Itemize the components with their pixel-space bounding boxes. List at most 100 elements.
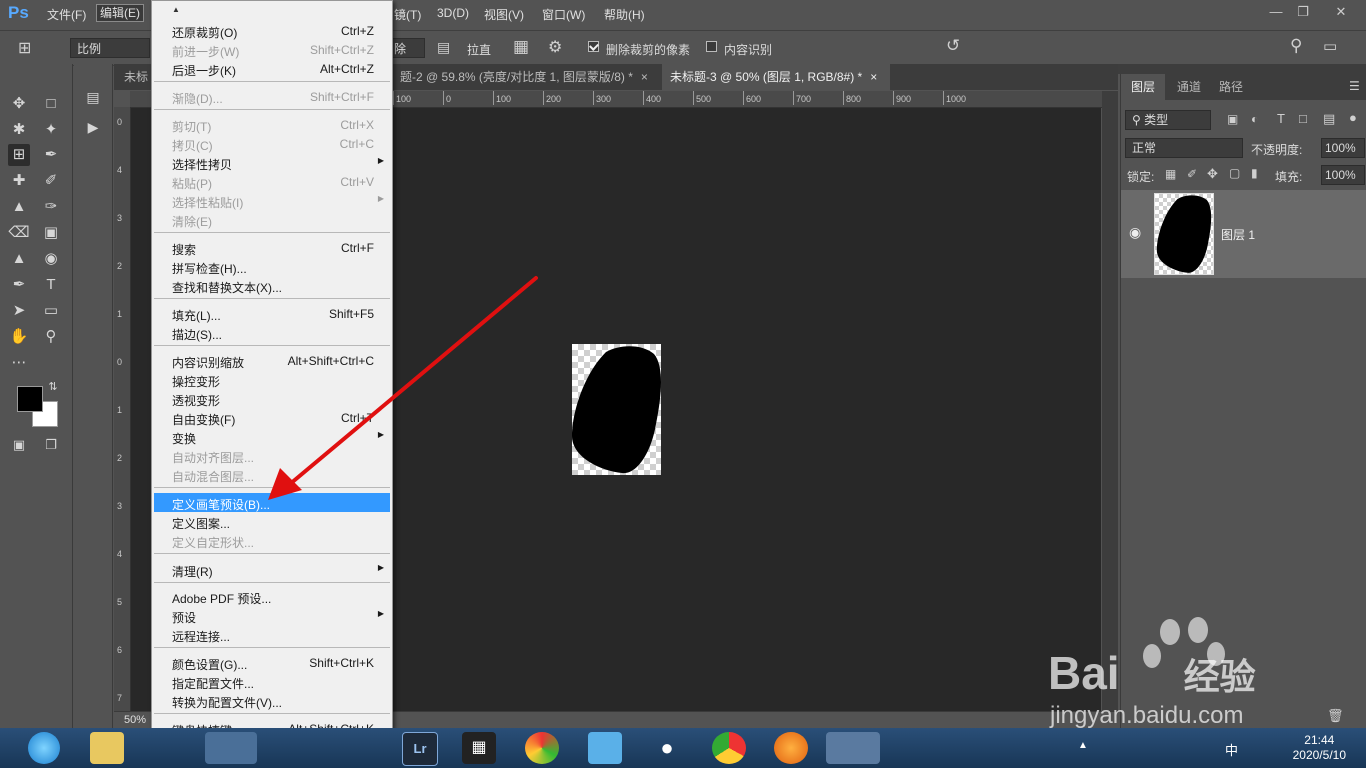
menu-file[interactable]: 文件(F) [47,6,86,23]
history-brush-icon[interactable]: ✑ [40,196,62,218]
type-tool-icon[interactable]: T [40,274,62,296]
lock-artboard-icon[interactable]: ▢ [1229,166,1240,180]
system-clock[interactable]: 21:44 2020/5/10 [1293,733,1346,763]
menu-item-convert-profile[interactable]: 转换为配置文件(V)... [154,691,390,710]
lock-position-icon[interactable]: ✥ [1207,166,1218,182]
hand-tool-icon[interactable]: ✋ [8,326,30,348]
panel-menu-icon[interactable]: ☰ [1349,79,1360,93]
swap-colors-icon[interactable]: ⇅ [42,376,64,398]
blur-tool-icon[interactable]: ▲ [8,248,30,270]
delete-cropped-checkbox[interactable] [588,41,599,52]
tab-layers[interactable]: 图层 [1121,74,1166,100]
menu-item-spell-check[interactable]: 拼写检查(H)... [154,257,390,276]
lock-all-icon[interactable]: ▮ [1251,166,1258,180]
screen-mode-icon[interactable]: ❐ [40,434,62,456]
doc-tab-2[interactable]: 题-2 @ 59.8% (亮度/对比度 1, 图层蒙版/8) * × [392,64,662,90]
menu-item-color-settings[interactable]: 颜色设置(G)... Shift+Ctrl+K [154,653,390,672]
start-button-icon[interactable] [28,732,60,764]
fill-input[interactable]: 100% [1321,165,1365,185]
layer-row[interactable]: ◉ 图层 1 [1121,190,1366,278]
panel-collapse-bar[interactable] [1118,64,1366,74]
reset-icon[interactable]: ↺ [946,36,960,56]
doc-tab-1[interactable]: 未标 [116,64,156,90]
menu-item-transform[interactable]: 变换 ▶ [154,427,390,446]
file-explorer-icon[interactable] [90,732,124,764]
blend-mode-select[interactable]: 正常 [1125,138,1243,158]
menu-item-cut[interactable]: 剪切(T) Ctrl+X [154,115,390,134]
qq-icon[interactable]: ● [650,732,684,764]
gear-icon[interactable]: ⚙ [548,37,562,57]
ime-indicator[interactable]: 中 [1225,740,1238,759]
menu-item-auto-blend[interactable]: 自动混合图层... [154,465,390,484]
actions-play-icon[interactable]: ▶ [82,116,104,138]
close-tab-icon[interactable]: × [870,70,877,84]
stamp-tool-icon[interactable]: ▲ [8,196,30,218]
menu-item-purge[interactable]: 清理(R) ▶ [154,560,390,579]
layer-filter-select[interactable]: ⚲ 类型 [1125,110,1211,130]
menu-help[interactable]: 帮助(H) [604,6,645,23]
clear-button[interactable]: 除 [391,38,425,58]
lock-transparent-icon[interactable]: ▦ [1165,167,1176,181]
zoom-level[interactable]: 50% [124,714,146,726]
menu-item-fill[interactable]: 填充(L)... Shift+F5 [154,304,390,323]
menu-item-paste-special[interactable]: 选择性粘贴(I) ▶ [154,191,390,210]
brush-tool-icon[interactable]: ✐ [40,170,62,192]
scroll-up-icon[interactable]: ▲ [172,5,180,14]
history-panel-icon[interactable]: ▤ [82,86,104,108]
restore-icon[interactable]: ❐ [1292,4,1314,20]
close-tab-icon[interactable]: × [641,70,648,84]
photoshop-taskbar-icon[interactable] [205,732,257,764]
opacity-input[interactable]: 100% [1321,138,1365,158]
doc-tab-3[interactable]: 未标题-3 @ 50% (图层 1, RGB/8#) * × [662,64,890,90]
filter-type-icon[interactable]: T [1277,111,1285,126]
menu-item-presets[interactable]: 预设 ▶ [154,606,390,625]
pen-tool-icon[interactable]: ✒ [8,274,30,296]
menu-item-undo-crop[interactable]: 还原裁剪(O) Ctrl+Z [154,21,390,40]
more-tools-icon[interactable]: ⋯ [8,352,30,374]
rectangle-tool-icon[interactable]: ▭ [40,300,62,322]
ratio-select[interactable]: 比例 [70,38,150,58]
eyedropper-icon[interactable]: ✒ [40,144,62,166]
grid-overlay-icon[interactable]: ▦ [513,37,529,57]
menu-item-stroke[interactable]: 描边(S)... [154,323,390,342]
tab-channels[interactable]: 通道 [1167,74,1211,100]
menu-item-define-pattern[interactable]: 定义图案... [154,512,390,531]
foreground-color-swatch[interactable] [17,386,43,412]
menu-item-step-forward[interactable]: 前进一步(W) Shift+Ctrl+Z [154,40,390,59]
filter-shape-icon[interactable]: □ [1299,111,1307,126]
workspace-icon[interactable]: ▭ [1323,37,1337,55]
straighten-label[interactable]: 拉直 [467,41,491,58]
menu-item-copy-special[interactable]: 选择性拷贝 ▶ [154,153,390,172]
marquee-tool-icon[interactable]: □ [40,93,62,115]
filter-toggle-icon[interactable]: ● [1349,110,1357,125]
menu-item-fade[interactable]: 渐隐(D)... Shift+Ctrl+F [154,87,390,106]
menu-item-assign-profile[interactable]: 指定配置文件... [154,672,390,691]
lightroom-icon[interactable]: Lr [402,732,438,766]
filter-smart-icon[interactable]: ▤ [1323,111,1335,127]
video-editor-icon[interactable]: ▦ [462,732,496,764]
menu-item-define-brush[interactable]: 定义画笔预设(B)... [154,493,390,512]
lasso-tool-icon[interactable]: ✱ [8,119,30,141]
lock-image-icon[interactable]: ✐ [1187,167,1197,181]
move-tool-icon[interactable]: ✥ [8,93,30,115]
minimize-icon[interactable]: — [1265,4,1287,20]
menu-item-paste[interactable]: 粘贴(P) Ctrl+V [154,172,390,191]
menu-item-auto-align[interactable]: 自动对齐图层... [154,446,390,465]
document-canvas[interactable] [572,344,661,475]
menu-3d[interactable]: 3D(D) [437,6,469,20]
quick-select-icon[interactable]: ✦ [40,119,62,141]
zoom-tool-icon[interactable]: ⚲ [40,326,62,348]
filter-adjust-icon[interactable]: ◐ [1251,112,1258,126]
content-aware-checkbox[interactable] [706,41,717,52]
straighten-icon[interactable]: ▤ [437,39,450,56]
dodge-tool-icon[interactable]: ◉ [40,248,62,270]
menu-item-pdf-presets[interactable]: Adobe PDF 预设... [154,587,390,606]
menu-item-perspective-warp[interactable]: 透视变形 [154,389,390,408]
menu-item-clear[interactable]: 清除(E) [154,210,390,229]
menu-item-remote-connections[interactable]: 远程连接... [154,625,390,644]
tab-paths[interactable]: 路径 [1209,74,1253,100]
chrome-icon[interactable] [712,732,746,764]
gradient-tool-icon[interactable]: ▣ [40,222,62,244]
menu-edit[interactable]: 编辑(E) [96,4,144,22]
crop-tool-icon[interactable]: ⊞ [18,38,31,58]
